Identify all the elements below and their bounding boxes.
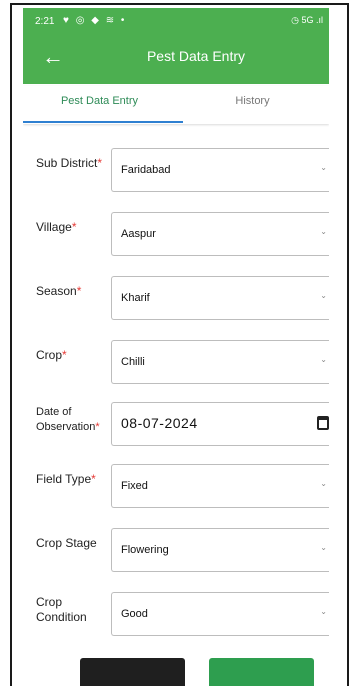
form-row-field-type: Field Type* Fixed ⌄ <box>23 464 329 508</box>
crop-label: Crop* <box>36 348 67 362</box>
field-type-label: Field Type* <box>36 472 96 486</box>
form-row-sub-district: Sub District* Faridabad ⌄ <box>23 148 329 192</box>
chevron-down-icon: ⌄ <box>320 163 327 172</box>
back-arrow-icon[interactable]: ← <box>41 45 65 69</box>
chevron-down-icon: ⌄ <box>320 607 327 616</box>
chevron-down-icon: ⌄ <box>320 479 327 488</box>
page-title: Pest Data Entry <box>146 48 246 64</box>
chevron-down-icon: ⌄ <box>320 355 327 364</box>
season-select[interactable]: Kharif ⌄ <box>111 276 329 320</box>
status-bar: 2:21 ♥ ◎ ◆ ≋ • ◷ 5G .ıl <box>23 8 329 30</box>
tab-pest-data-entry[interactable]: Pest Data Entry <box>23 86 176 124</box>
form-row-village: Village* Aaspur ⌄ <box>23 212 329 256</box>
phone-screen: 2:21 ♥ ◎ ◆ ≋ • ◷ 5G .ıl ← Pest Data Entr… <box>23 8 329 686</box>
form-row-crop-condition: Crop Condition Good ⌄ <box>23 592 329 636</box>
sub-district-label: Sub District* <box>36 156 103 170</box>
app-bar: ← Pest Data Entry <box>23 36 329 78</box>
form-row-date-of-observation: Date of Observation* 08-07-2024 <box>23 402 329 446</box>
crop-stage-select[interactable]: Flowering ⌄ <box>111 528 329 572</box>
continue-button[interactable] <box>209 658 314 686</box>
form-row-season: Season* Kharif ⌄ <box>23 276 329 320</box>
tab-bar: Pest Data Entry History <box>23 86 329 124</box>
crop-condition-select[interactable]: Good ⌄ <box>111 592 329 636</box>
village-select[interactable]: Aaspur ⌄ <box>111 212 329 256</box>
status-time: 2:21 <box>35 16 55 27</box>
form-row-crop: Crop* Chilli ⌄ <box>23 340 329 384</box>
field-type-select[interactable]: Fixed ⌄ <box>111 464 329 508</box>
date-of-observation-label: Date of Observation* <box>36 406 100 433</box>
village-label: Village* <box>36 220 77 234</box>
tab-indicator <box>23 121 183 123</box>
chevron-down-icon: ⌄ <box>320 543 327 552</box>
form-row-crop-stage: Crop Stage Flowering ⌄ <box>23 528 329 572</box>
date-of-observation-field[interactable]: 08-07-2024 <box>111 402 329 446</box>
season-label: Season* <box>36 284 82 298</box>
notification-icons: ♥ ◎ ◆ ≋ • <box>63 15 127 26</box>
sub-district-select[interactable]: Faridabad ⌄ <box>111 148 329 192</box>
chevron-down-icon: ⌄ <box>320 291 327 300</box>
calendar-icon[interactable] <box>317 416 329 430</box>
chevron-down-icon: ⌄ <box>320 227 327 236</box>
crop-condition-label: Crop Condition <box>36 595 87 624</box>
crop-stage-label: Crop Stage <box>36 536 97 550</box>
tab-history[interactable]: History <box>176 86 329 124</box>
back-button[interactable] <box>80 658 185 686</box>
crop-select[interactable]: Chilli ⌄ <box>111 340 329 384</box>
header: 2:21 ♥ ◎ ◆ ≋ • ◷ 5G .ıl ← Pest Data Entr… <box>23 8 329 84</box>
signal-icons: ◷ 5G .ıl <box>291 15 323 25</box>
